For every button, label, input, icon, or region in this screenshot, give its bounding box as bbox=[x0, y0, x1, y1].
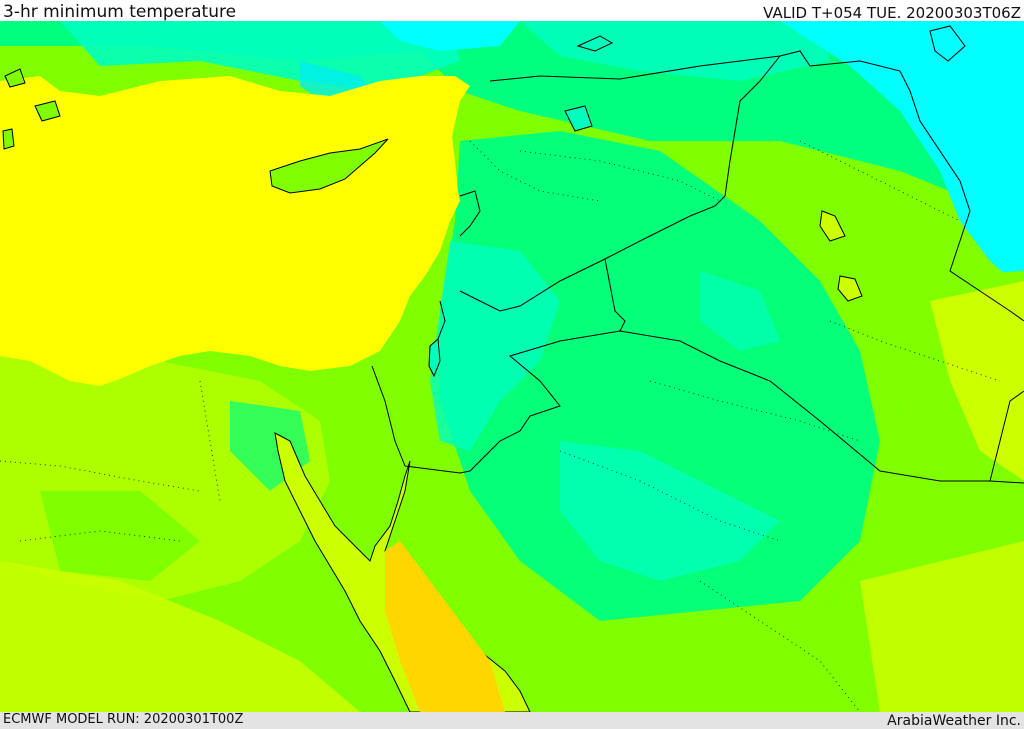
map-canvas bbox=[0, 21, 1024, 712]
map-footer: ECMWF MODEL RUN: 20200301T00Z ArabiaWeat… bbox=[0, 712, 1024, 729]
credit-label: ArabiaWeather Inc. bbox=[887, 713, 1021, 729]
aegean-island-3 bbox=[2, 128, 15, 150]
map-title: 3-hr minimum temperature bbox=[3, 2, 237, 22]
map-header: 3-hr minimum temperature VALID T+054 TUE… bbox=[0, 0, 1024, 22]
valid-time: VALID T+054 TUE. 20200303T06Z bbox=[763, 4, 1021, 22]
model-run-label: ECMWF MODEL RUN: 20200301T00Z bbox=[3, 712, 244, 727]
temperature-map bbox=[0, 21, 1024, 712]
